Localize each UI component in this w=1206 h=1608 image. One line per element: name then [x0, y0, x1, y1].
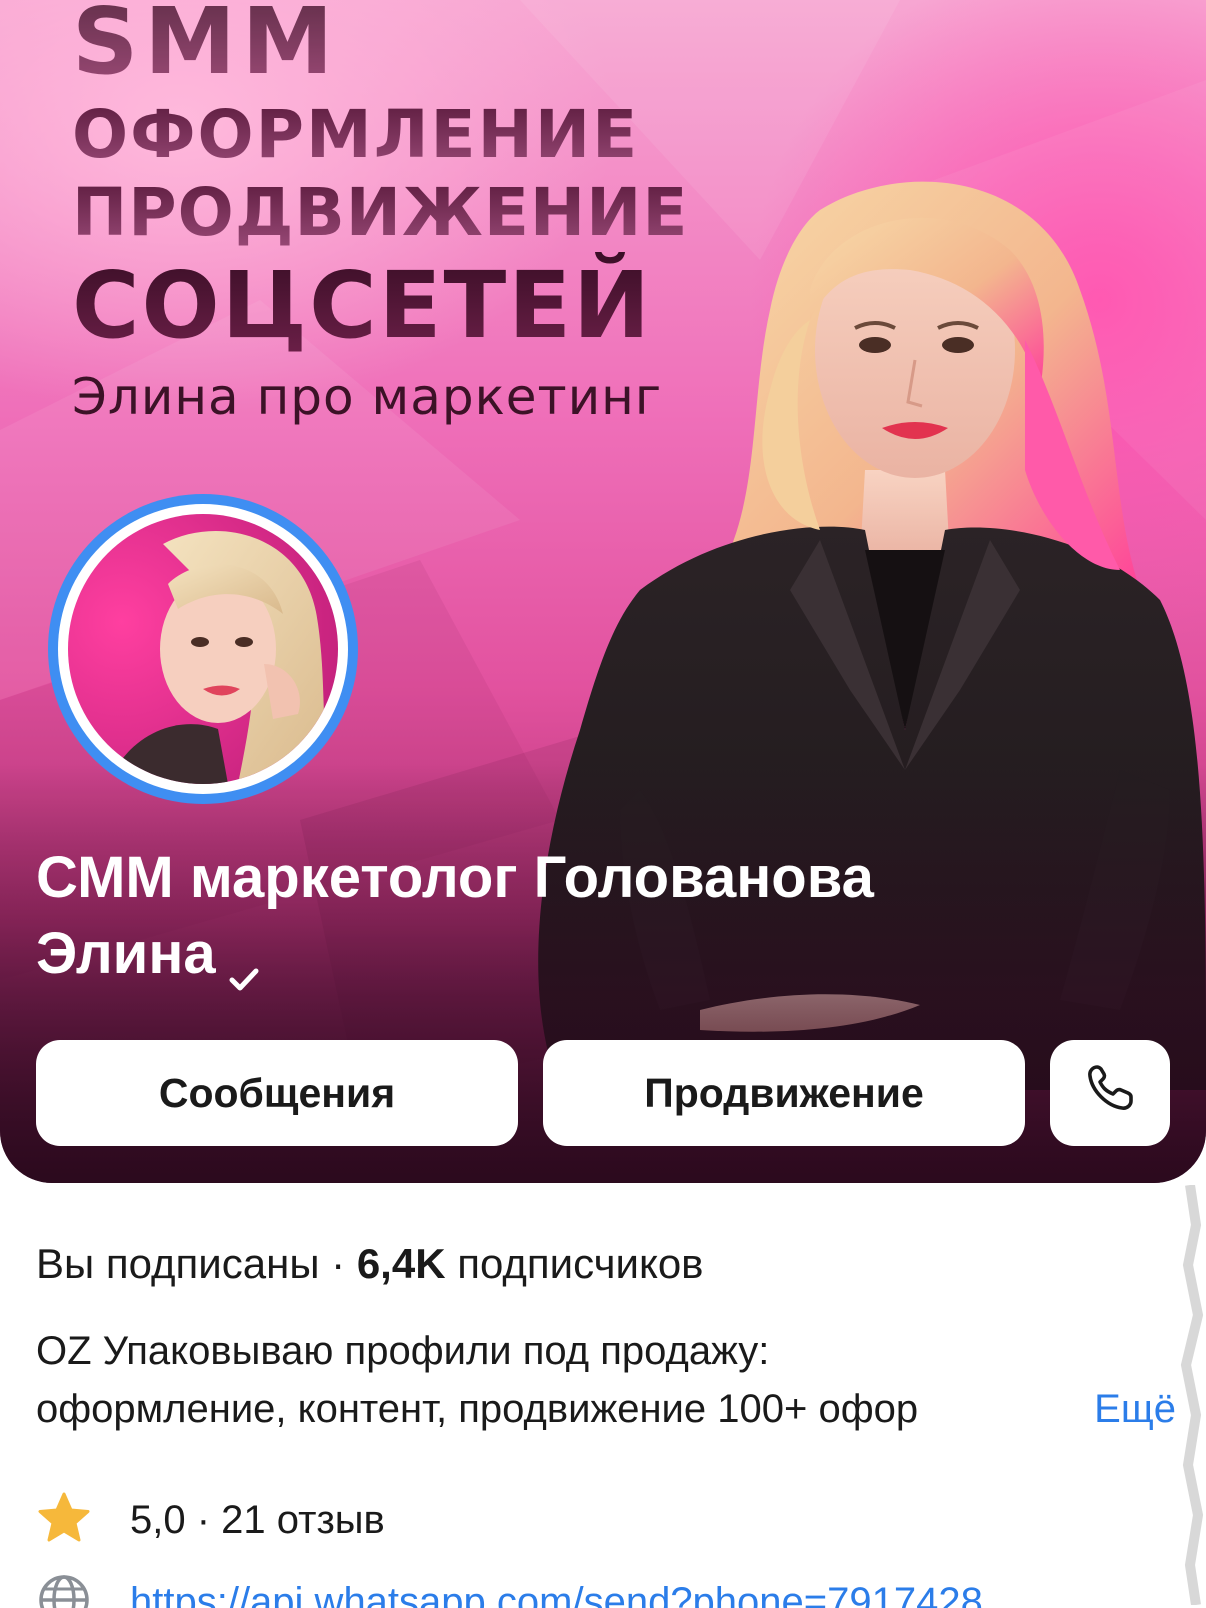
globe-icon — [36, 1572, 92, 1608]
avatar-border — [58, 504, 348, 794]
profile-cover: SMM ОФОРМЛЕНИЕ ПРОДВИЖЕНИЕ СОЦСЕТЕЙ Элин… — [0, 0, 1206, 1183]
description-line-1: OZ Упаковываю профили под продажу: — [36, 1329, 770, 1373]
call-button[interactable] — [1050, 1040, 1170, 1146]
description-more-link[interactable]: Ещё — [1094, 1380, 1176, 1438]
rating-text: 5,0 · 21 отзыв — [130, 1497, 385, 1542]
profile-name: СММ маркетолог Голованова Элина — [36, 840, 1036, 992]
profile-name-text: СММ маркетолог Голованова Элина — [36, 845, 874, 986]
website-link[interactable]: https://api.whatsapp.com/send?phone=7917… — [130, 1580, 983, 1608]
profile-avatar[interactable] — [48, 494, 358, 804]
subscribers-count: 6,4K — [356, 1240, 446, 1287]
website-row[interactable]: https://api.whatsapp.com/send?phone=7917… — [36, 1572, 1186, 1608]
edge-scroll-indicator — [1180, 1185, 1204, 1605]
profile-description: OZ Упаковываю профили под продажу: оформ… — [36, 1322, 1176, 1438]
subscription-status[interactable]: Вы подписаны · 6,4K подписчиков — [36, 1240, 704, 1288]
description-line-2-wrap: оформление, контент, продвижение 100+ оф… — [36, 1380, 1176, 1438]
cover-headline-smm: SMM — [72, 0, 339, 95]
subscribed-label: Вы подписаны · — [36, 1240, 357, 1287]
messages-button[interactable]: Сообщения — [36, 1040, 518, 1146]
subscribers-label: подписчиков — [445, 1240, 704, 1287]
rating-row[interactable]: 5,0 · 21 отзыв — [36, 1490, 385, 1550]
phone-icon — [1083, 1061, 1137, 1125]
cover-headline-design: ОФОРМЛЕНИЕ — [72, 96, 640, 173]
description-line-2: оформление, контент, продвижение 100+ оф… — [36, 1387, 919, 1431]
promotion-button[interactable]: Продвижение — [543, 1040, 1025, 1146]
star-icon — [36, 1490, 92, 1551]
verified-check-icon — [226, 940, 262, 991]
avatar-photo — [68, 514, 338, 784]
